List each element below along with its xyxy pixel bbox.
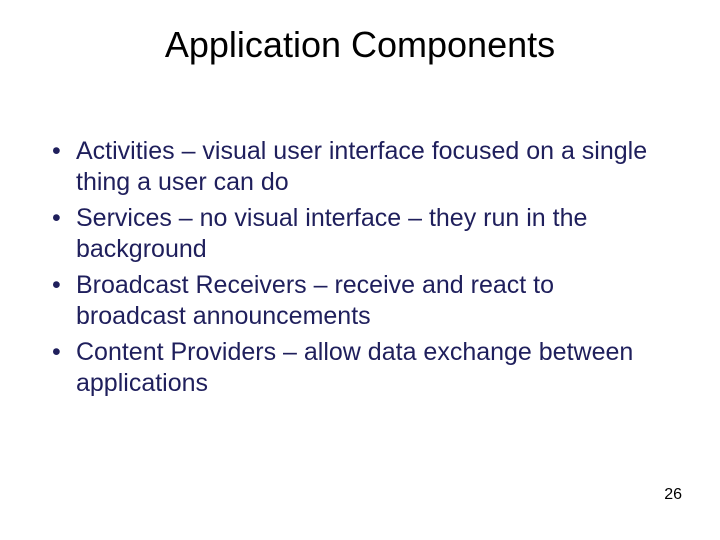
slide: Application Components Activities – visu…: [0, 0, 720, 540]
bullet-list: Activities – visual user interface focus…: [46, 136, 660, 398]
list-item: Broadcast Receivers – receive and react …: [46, 270, 660, 331]
list-item: Activities – visual user interface focus…: [46, 136, 660, 197]
page-number: 26: [664, 486, 682, 504]
list-item: Services – no visual interface – they ru…: [46, 203, 660, 264]
slide-body: Activities – visual user interface focus…: [46, 136, 660, 404]
slide-title: Application Components: [0, 24, 720, 66]
list-item: Content Providers – allow data exchange …: [46, 337, 660, 398]
